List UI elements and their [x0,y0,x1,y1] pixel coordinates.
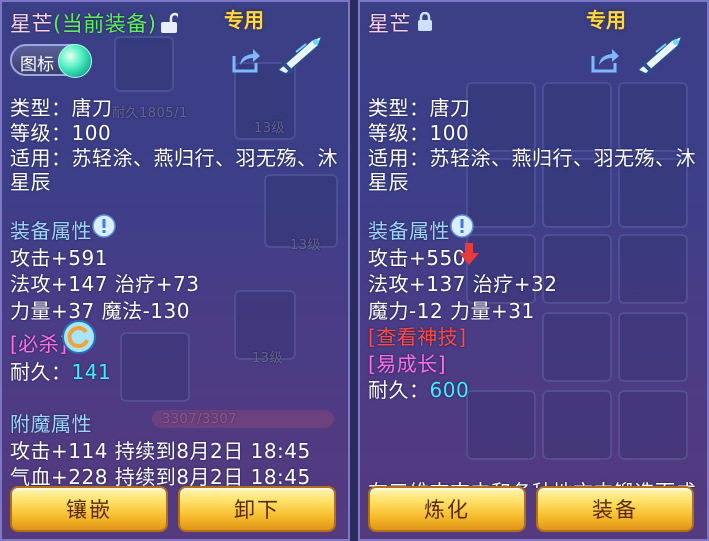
usable-line: 适用：苏轻涂、燕归行、羽无殇、沐 [10,146,338,170]
skill-icon[interactable] [62,320,96,354]
panel-divider [350,0,358,541]
bg-slot [120,332,190,402]
compare-equipment-panel: 星芒 专用 类型：唐刀 等级：100 适用：苏轻涂、燕归行、羽无殇、沐 星辰 装… [358,0,709,541]
current-equipment-panel: 耐久1805/1 13级 13级 13级 3307/3307 星芒(当前装备) … [0,0,350,541]
bg-slot [618,234,688,304]
info-icon[interactable] [92,214,116,238]
attr-section-title: 装备属性 [368,219,450,243]
stat-line: 力量+37 魔法-130 [10,299,190,323]
skill-tag[interactable]: [必杀] [10,328,68,357]
bg-level-text: 13级 [254,121,286,136]
icon-toggle[interactable]: 图标 [10,44,92,78]
exclusive-label: 专用 [586,8,626,32]
bg-slot [618,390,688,460]
enchant-section-title: 附魔属性 [10,412,92,436]
bg-durability-text: 耐久1805/1 [112,106,188,121]
share-icon[interactable] [590,46,620,74]
bg-hp-bar [152,410,334,428]
easy-growth-tag: [易成长] [368,352,447,376]
refine-button[interactable]: 炼化 [368,486,526,532]
view-divine-skill-link[interactable]: [查看神技] [368,321,467,350]
usable-line: 适用：苏轻涂、燕归行、羽无殇、沐 [368,146,696,170]
stat-line: 魔力-12 力量+31 [368,299,535,323]
item-name: 星芒(当前装备) [10,12,157,36]
enchant-line: 攻击+114 持续到8月2日 18:45 [10,439,311,463]
durability-line: 耐久：600 [368,378,470,402]
current-equipped-tag: (当前装备) [53,12,157,36]
equip-button[interactable]: 装备 [536,486,694,532]
tang-blade-icon [276,34,324,75]
usable-line-cont: 星辰 [10,170,51,194]
exclusive-label: 专用 [224,8,264,32]
unlocked-icon[interactable] [160,12,178,34]
bg-slot [542,390,612,460]
icon-toggle-label: 图标 [20,55,54,75]
tang-blade-icon [636,34,684,75]
usable-line-cont: 星辰 [368,170,409,194]
stat-line: 法攻+147 治疗+73 [10,272,200,296]
stat-line: 法攻+137 治疗+32 [368,272,558,296]
bg-level-text: 13级 [290,238,322,253]
bg-slot [618,312,688,382]
unequip-button[interactable]: 卸下 [178,486,336,532]
toggle-orb-icon [58,44,92,78]
bg-slot [542,312,612,382]
share-icon[interactable] [231,46,261,74]
decrease-arrow-icon [459,243,479,265]
bg-slot [466,390,536,460]
locked-icon[interactable] [417,12,433,32]
durability-value: 600 [429,378,470,402]
durability-value: 141 [71,360,112,384]
item-name: 星芒 [368,12,411,36]
durability-line: 耐久：141 [10,360,112,384]
bg-slot [114,36,174,92]
inlay-button[interactable]: 镶嵌 [10,486,168,532]
bg-level-text: 13级 [252,351,284,366]
attr-section-title: 装备属性 [10,219,92,243]
stat-line: 攻击+550 [368,246,466,270]
stat-line: 攻击+591 [10,246,108,270]
info-icon[interactable] [450,214,474,238]
